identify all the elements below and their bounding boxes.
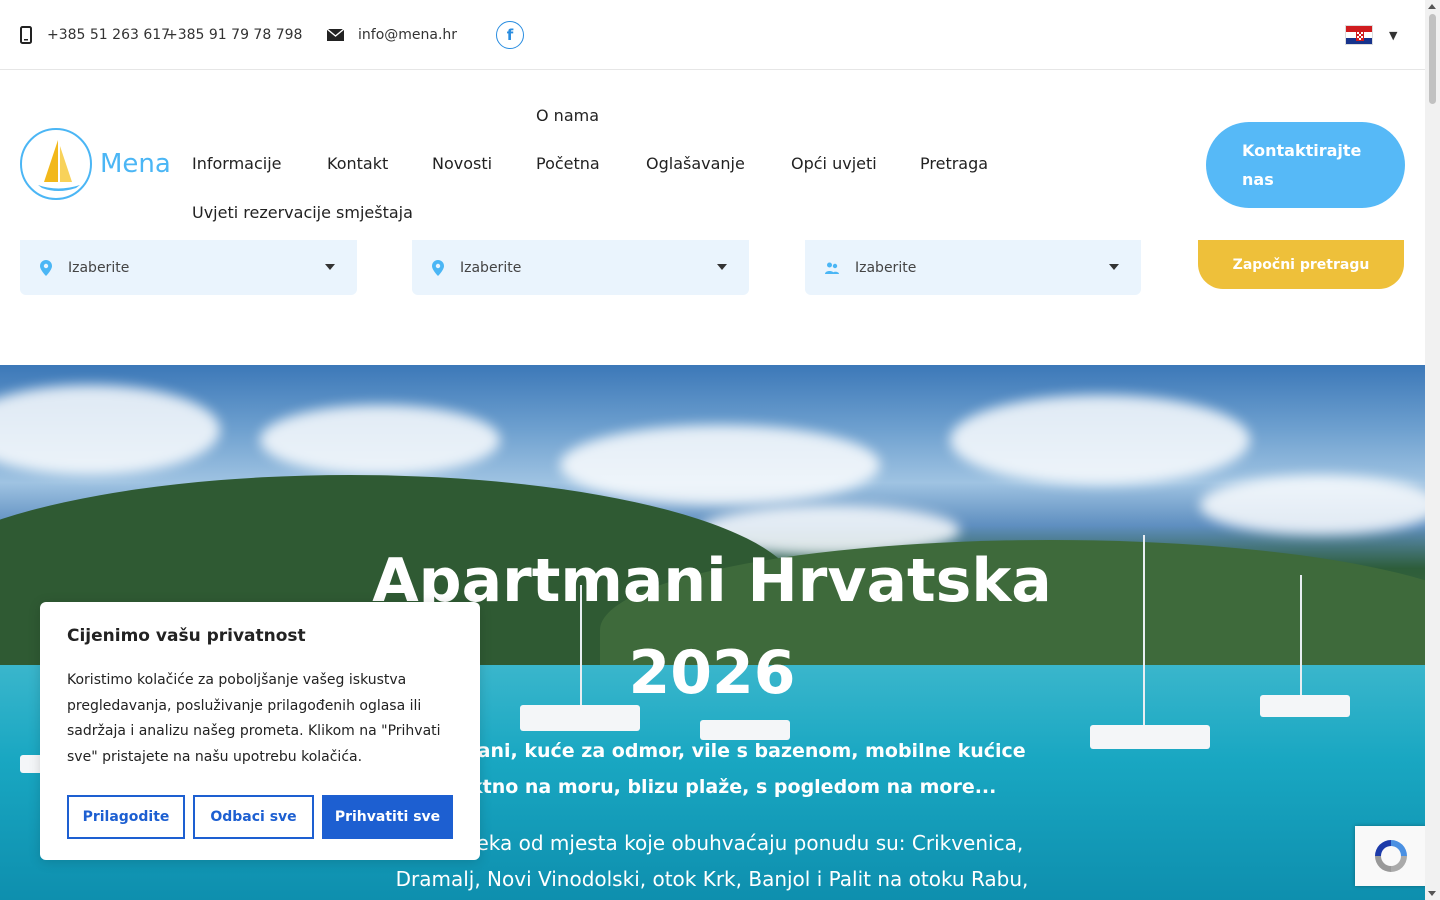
cookie-reject-button[interactable]: Odbaci sve bbox=[193, 795, 314, 839]
sailboat-logo-icon bbox=[20, 128, 92, 200]
facebook-link[interactable]: f bbox=[496, 0, 524, 70]
facebook-icon: f bbox=[496, 21, 524, 49]
top-contact-bar: +385 51 263 617 +385 91 79 78 798 info@m… bbox=[0, 0, 1425, 70]
chevron-down-icon: ▼ bbox=[1389, 28, 1398, 42]
search-guests-value: Izaberite bbox=[855, 259, 917, 276]
caret-down-icon bbox=[717, 264, 727, 270]
nav-opci-uvjeti[interactable]: Opći uvjeti bbox=[791, 154, 877, 173]
cookie-accept-button[interactable]: Prihvatiti sve bbox=[322, 795, 453, 839]
mobile-phone-icon bbox=[20, 0, 32, 70]
map-pin-icon bbox=[432, 259, 444, 276]
phone-number-2[interactable]: +385 91 79 78 798 bbox=[166, 0, 302, 70]
croatia-flag-icon bbox=[1345, 25, 1373, 45]
envelope-icon bbox=[327, 0, 344, 70]
cookie-title: Cijenimo vašu privatnost bbox=[67, 626, 306, 646]
scrollbar-thumb[interactable] bbox=[1429, 14, 1436, 104]
scroll-down-arrow-icon[interactable] bbox=[1428, 891, 1436, 896]
contact-us-button[interactable]: Kontaktirajte nas bbox=[1206, 122, 1405, 208]
search-location-select[interactable]: Izaberite bbox=[20, 240, 357, 295]
nav-informacije[interactable]: Informacije bbox=[192, 154, 282, 173]
map-pin-icon bbox=[40, 259, 52, 276]
caret-down-icon bbox=[325, 264, 335, 270]
email-link[interactable]: info@mena.hr bbox=[358, 0, 457, 70]
recaptcha-icon bbox=[1375, 840, 1407, 872]
cookie-text: Koristimo kolačiće za poboljšanje vašeg … bbox=[67, 672, 441, 765]
cookie-customize-button[interactable]: Prilagodite bbox=[67, 795, 185, 839]
search-guests-select[interactable]: Izaberite bbox=[805, 240, 1141, 295]
users-icon bbox=[825, 262, 839, 274]
caret-down-icon bbox=[1109, 264, 1119, 270]
nav-kontakt[interactable]: Kontakt bbox=[327, 154, 388, 173]
search-location-value: Izaberite bbox=[68, 259, 130, 276]
phone-number-1[interactable]: +385 51 263 617 bbox=[47, 0, 170, 70]
nav-uvjeti-rezervacije[interactable]: Uvjeti rezervacije smještaja bbox=[192, 203, 413, 222]
nav-pretraga[interactable]: Pretraga bbox=[920, 154, 988, 173]
nav-o-nama[interactable]: O nama bbox=[536, 106, 599, 125]
cookie-consent-banner: Cijenimo vašu privatnost Koristimo kolač… bbox=[40, 602, 480, 860]
scroll-up-arrow-icon[interactable] bbox=[1428, 4, 1436, 9]
recaptcha-badge[interactable] bbox=[1355, 826, 1427, 886]
page-scrollbar[interactable] bbox=[1425, 0, 1440, 900]
nav-oglasavanje[interactable]: Oglašavanje bbox=[646, 154, 745, 173]
search-place-value: Izaberite bbox=[460, 259, 522, 276]
start-search-button[interactable]: Započni pretragu bbox=[1198, 240, 1404, 289]
search-place-select[interactable]: Izaberite bbox=[412, 240, 749, 295]
nav-pocetna[interactable]: Početna bbox=[536, 154, 600, 173]
site-logo[interactable]: Mena bbox=[20, 128, 171, 200]
language-switcher[interactable]: ▼ bbox=[1345, 0, 1397, 70]
logo-text: Mena bbox=[100, 149, 171, 179]
nav-novosti[interactable]: Novosti bbox=[432, 154, 492, 173]
